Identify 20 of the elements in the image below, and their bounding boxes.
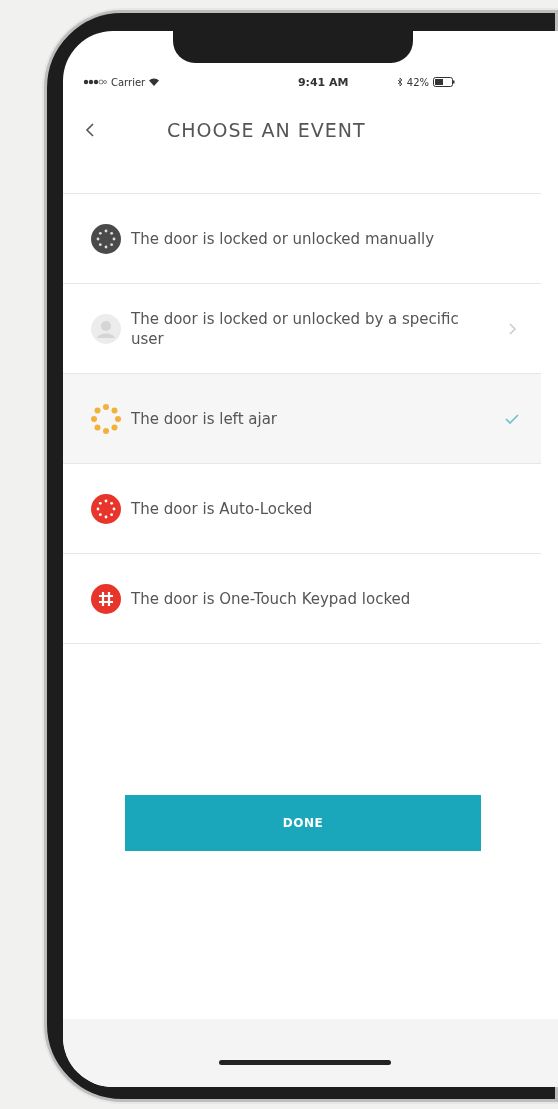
- screen-title: CHOOSE AN EVENT: [167, 119, 366, 141]
- hash-icon: [91, 583, 121, 614]
- event-row[interactable]: The door is left ajar: [63, 374, 541, 464]
- event-label: The door is Auto-Locked: [131, 498, 314, 519]
- dial-icon: [91, 493, 121, 524]
- event-label: The door is locked or unlocked manually: [131, 228, 436, 249]
- carrier-text: Carrier: [111, 76, 146, 88]
- signal-icon: [83, 79, 107, 85]
- user-silhouette-icon: [91, 313, 121, 344]
- event-label: The door is locked or unlocked by a specific user: [131, 308, 460, 349]
- battery-icon: [433, 77, 455, 87]
- battery-percent: 42%: [406, 76, 429, 88]
- dots-ring-icon: [91, 403, 121, 434]
- dial-icon: [91, 223, 121, 254]
- event-label: The door is One-Touch Keypad locked: [131, 588, 412, 609]
- event-label: The door is left ajar: [131, 408, 278, 429]
- clock-text: 9:41 AM: [296, 75, 350, 89]
- wifi-icon: [149, 78, 160, 86]
- back-icon[interactable]: [83, 121, 97, 139]
- bluetooth-icon: [396, 77, 403, 87]
